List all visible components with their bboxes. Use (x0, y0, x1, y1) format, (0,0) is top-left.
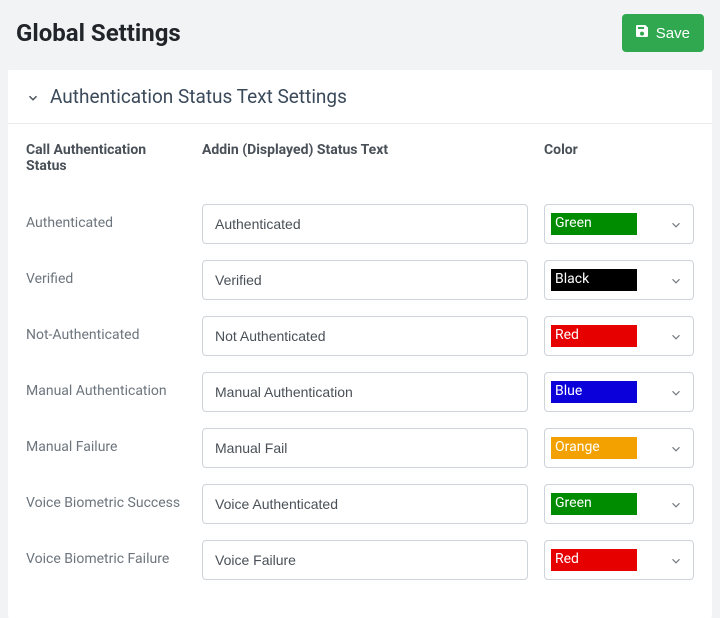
table-row: Verified Black (26, 260, 694, 300)
color-select[interactable]: Orange (544, 428, 694, 468)
save-button-label: Save (656, 25, 690, 42)
color-select[interactable]: Green (544, 484, 694, 524)
page-title: Global Settings (16, 19, 181, 47)
table-row: Voice Biometric Failure Red (26, 540, 694, 580)
color-chip: Green (551, 493, 637, 515)
color-select[interactable]: Red (544, 316, 694, 356)
column-header-color: Color (544, 142, 694, 174)
row-status-label: Voice Biometric Failure (26, 551, 186, 569)
chevron-down-icon (669, 497, 683, 511)
table-row: Manual Authentication Blue (26, 372, 694, 412)
color-chip: Blue (551, 381, 637, 403)
status-text-input[interactable] (202, 204, 528, 244)
panel-body: Call Authentication Status Addin (Displa… (8, 124, 712, 618)
color-chip: Black (551, 269, 637, 291)
status-text-input[interactable] (202, 316, 528, 356)
color-select[interactable]: Green (544, 204, 694, 244)
chevron-down-icon (26, 90, 40, 104)
row-status-label: Not-Authenticated (26, 327, 186, 345)
color-select[interactable]: Black (544, 260, 694, 300)
table-row: Authenticated Green (26, 204, 694, 244)
chevron-down-icon (669, 385, 683, 399)
color-select[interactable]: Blue (544, 372, 694, 412)
save-icon (634, 23, 650, 43)
row-status-label: Voice Biometric Success (26, 495, 186, 513)
color-select[interactable]: Red (544, 540, 694, 580)
column-header-text: Addin (Displayed) Status Text (202, 142, 528, 174)
settings-panel: Authentication Status Text Settings Call… (8, 70, 712, 618)
chevron-down-icon (669, 553, 683, 567)
table-row: Not-Authenticated Red (26, 316, 694, 356)
row-status-label: Verified (26, 271, 186, 289)
chevron-down-icon (669, 273, 683, 287)
column-headers: Call Authentication Status Addin (Displa… (26, 142, 694, 174)
table-row: Voice Biometric Success Green (26, 484, 694, 524)
row-status-label: Manual Authentication (26, 383, 186, 401)
color-chip: Red (551, 549, 637, 571)
status-text-input[interactable] (202, 260, 528, 300)
save-button[interactable]: Save (622, 14, 704, 52)
page-header: Global Settings Save (0, 0, 720, 70)
rows-container: Authenticated Green Verified Black Not-Authe… (26, 204, 694, 580)
row-status-label: Authenticated (26, 215, 186, 233)
color-chip: Red (551, 325, 637, 347)
status-text-input[interactable] (202, 540, 528, 580)
row-status-label: Manual Failure (26, 439, 186, 457)
chevron-down-icon (669, 217, 683, 231)
status-text-input[interactable] (202, 372, 528, 412)
status-text-input[interactable] (202, 484, 528, 524)
panel-header[interactable]: Authentication Status Text Settings (8, 70, 712, 124)
color-chip: Green (551, 213, 637, 235)
panel-title: Authentication Status Text Settings (50, 85, 347, 108)
column-header-status: Call Authentication Status (26, 142, 186, 174)
status-text-input[interactable] (202, 428, 528, 468)
chevron-down-icon (669, 441, 683, 455)
table-row: Manual Failure Orange (26, 428, 694, 468)
chevron-down-icon (669, 329, 683, 343)
color-chip: Orange (551, 437, 637, 459)
